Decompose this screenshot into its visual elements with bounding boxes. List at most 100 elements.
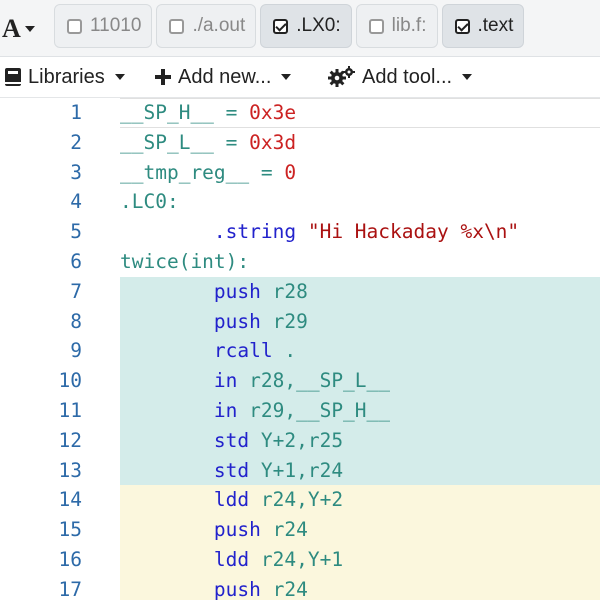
code-line[interactable]: 15 push r24	[0, 515, 600, 546]
line-number: 13	[58, 458, 82, 482]
code-token: "Hi Hackaday %x\n"	[307, 220, 520, 244]
filter-label: lib.f:	[391, 15, 427, 36]
code-line[interactable]: 3 __tmp_reg__ = 0	[0, 158, 600, 188]
line-number: 9	[70, 339, 82, 363]
filter-library-functions[interactable]: lib.f:	[355, 4, 438, 48]
code-text: __SP_H__ = 0x3e	[120, 98, 600, 128]
code-line[interactable]: 16 ldd r24,Y+1	[0, 545, 600, 575]
code-token: r24	[272, 518, 308, 542]
code-token: r24,Y+2	[260, 488, 344, 512]
code-token: __SP_H__	[120, 101, 214, 124]
code-token: in	[120, 369, 250, 393]
checkbox-icon	[368, 18, 384, 34]
code-token: r24,Y+1	[260, 548, 344, 571]
line-number: 8	[70, 309, 82, 333]
code-token: push	[120, 279, 273, 303]
line-number: 4	[70, 190, 82, 214]
code-line[interactable]: 1 __SP_H__ = 0x3e	[0, 98, 600, 128]
filter-labels[interactable]: .LX0:	[260, 4, 352, 48]
code-line[interactable]: 11 in r29,__SP_H__	[0, 396, 600, 426]
line-number: 11	[58, 399, 82, 422]
code-text: ldd r24,Y+2	[120, 485, 600, 516]
filter-binary[interactable]: 11010	[54, 4, 153, 48]
code-token: Y+1,r24	[260, 458, 344, 482]
code-line[interactable]: 10 in r28,__SP_L__	[0, 366, 600, 397]
line-number: 14	[58, 488, 82, 512]
code-text: push r24	[120, 515, 600, 546]
filter-label: 11010	[90, 15, 142, 36]
code-line[interactable]: 17 push r24	[0, 574, 600, 600]
libraries-button[interactable]: Libraries	[4, 63, 125, 91]
code-text: .string "Hi Hackaday %x\n"	[120, 217, 600, 247]
line-number: 10	[58, 369, 82, 393]
assembly-output-editor[interactable]: 1 __SP_H__ = 0x3e 2 __SP_L__ = 0x3d 3 __tmp_r…	[0, 98, 600, 600]
code-token: =	[213, 101, 250, 124]
line-number: 15	[58, 518, 82, 542]
code-token: 0	[284, 160, 297, 184]
checkbox-icon	[169, 18, 185, 34]
code-text: .LC0:	[120, 187, 600, 217]
line-number: 2	[70, 130, 82, 154]
code-token: in	[120, 399, 250, 422]
filter-execute[interactable]: ./a.out	[156, 4, 257, 48]
line-number: 6	[70, 250, 82, 273]
filter-bar: A 11010 ./a.out .LX0: lib.f: .text	[0, 0, 600, 57]
line-number: 17	[58, 577, 82, 600]
code-token: __tmp_reg__	[120, 160, 250, 184]
add-tool-button[interactable]: Add tool...	[328, 63, 473, 91]
code-text: twice(int):	[120, 247, 600, 277]
code-line[interactable]: 7 push r28	[0, 276, 600, 307]
line-number: 3	[70, 160, 82, 184]
code-line[interactable]: 8 push r29	[0, 306, 600, 337]
code-token: __SP_L__	[120, 130, 214, 154]
code-token: rcall	[120, 339, 285, 363]
chevron-down-icon	[24, 26, 35, 32]
code-line[interactable]: 5 .string "Hi Hackaday %x\n"	[0, 217, 600, 247]
checkbox-icon	[273, 18, 289, 34]
checkbox-icon	[454, 18, 470, 34]
code-token: r29	[272, 309, 308, 333]
font-icon: A	[2, 14, 21, 43]
code-line[interactable]: 6 twice(int):	[0, 247, 600, 277]
code-token: std	[120, 428, 261, 452]
filter-label: ./a.out	[192, 15, 246, 36]
code-text: in r29,__SP_H__	[120, 396, 600, 426]
font-size-button[interactable]: A	[2, 14, 46, 44]
code-text: std Y+2,r25	[120, 425, 600, 456]
chevron-down-icon	[462, 74, 473, 80]
code-line[interactable]: 12 std Y+2,r25	[0, 425, 600, 456]
code-line[interactable]: 14 ldd r24,Y+2	[0, 485, 600, 516]
code-token: 0x3e	[249, 101, 297, 124]
chevron-down-icon	[114, 74, 125, 80]
line-number: 1	[70, 101, 82, 124]
checkbox-icon	[67, 18, 82, 34]
code-text: ldd r24,Y+1	[120, 545, 600, 575]
code-token: ldd	[120, 548, 261, 571]
code-text: __tmp_reg__ = 0	[120, 158, 600, 188]
code-token: .	[284, 339, 297, 363]
code-token: =	[213, 130, 250, 154]
code-line[interactable]: 9 rcall .	[0, 336, 600, 367]
code-line[interactable]: 13 std Y+1,r24	[0, 455, 600, 486]
add-new-label: Add new...	[178, 65, 272, 88]
code-line[interactable]: 2 __SP_L__ = 0x3d	[0, 128, 600, 158]
compiler-toolbar: Libraries Add new... Add tool...	[0, 57, 600, 98]
code-line[interactable]: 4 .LC0:	[0, 187, 600, 217]
code-text: std Y+1,r24	[120, 455, 600, 486]
code-token: r29,__SP_H__	[249, 399, 391, 422]
filter-label: .LX0:	[296, 15, 341, 36]
code-text: rcall .	[120, 336, 600, 367]
code-token: 0x3d	[249, 130, 297, 154]
filter-label: .text	[477, 15, 514, 36]
code-text: push r29	[120, 306, 600, 337]
line-number: 5	[70, 220, 82, 244]
add-tool-label: Add tool...	[362, 65, 453, 88]
cogs-icon	[328, 66, 356, 88]
code-token: push	[120, 577, 273, 600]
add-new-button[interactable]: Add new...	[154, 63, 292, 91]
code-text: in r28,__SP_L__	[120, 366, 600, 397]
code-token: r28	[272, 279, 308, 303]
filter-directives[interactable]: .text	[441, 4, 525, 48]
line-number: 12	[58, 428, 82, 452]
code-token: .string	[120, 220, 308, 244]
